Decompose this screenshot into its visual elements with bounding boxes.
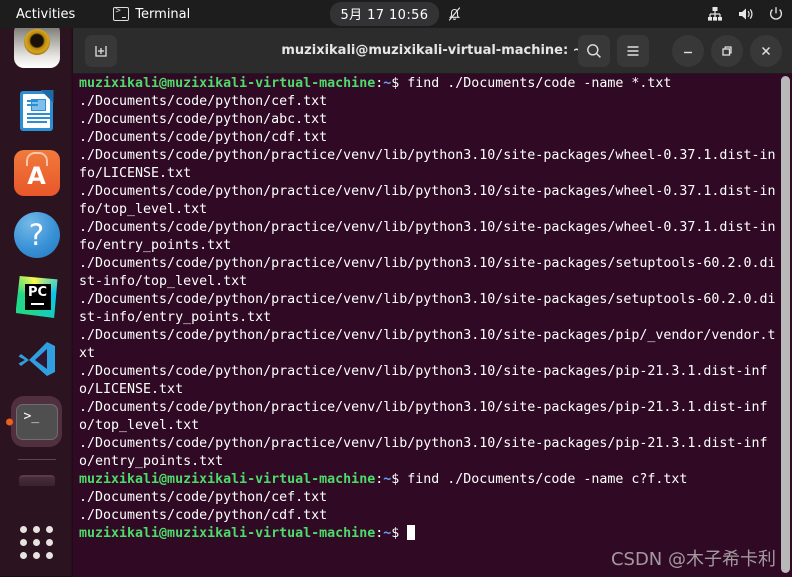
- terminal-output-line: ./Documents/code/python/practice/venv/li…: [79, 328, 776, 361]
- close-button[interactable]: [750, 34, 782, 67]
- terminal-output-line: ./Documents/code/python/cdf.txt: [79, 508, 328, 523]
- terminal-command: find ./Documents/code -name c?f.txt: [407, 472, 688, 487]
- prompt-user: muzixikali@muzixikali-virtual-machine: [79, 526, 376, 541]
- prompt-dollar: $: [391, 76, 408, 91]
- clock-label: 5月 17 10:56: [340, 8, 429, 23]
- dock: A ? PC >_: [0, 22, 73, 576]
- terminal-output-line: ./Documents/code/python/cdf.txt: [79, 130, 328, 145]
- dock-item-shotwell[interactable]: [0, 22, 73, 80]
- terminal-output-line: ./Documents/code/python/abc.txt: [79, 112, 328, 127]
- terminal-output-line: ./Documents/code/python/cef.txt: [79, 94, 328, 109]
- new-tab-button[interactable]: [85, 34, 117, 67]
- help-icon: ?: [13, 212, 60, 258]
- terminal-scrollbar[interactable]: [781, 76, 790, 573]
- terminal-output-line: ./Documents/code/python/practice/venv/li…: [79, 400, 768, 433]
- terminal-window: muzixikali@muzixikali-virtual-machine: ~: [73, 28, 792, 577]
- dock-item-ubuntu-software[interactable]: A: [0, 142, 73, 204]
- terminal-icon: [113, 5, 130, 21]
- grid-icon: [20, 525, 53, 559]
- shotwell-photo-viewer-icon: [13, 22, 60, 68]
- window-titlebar: muzixikali@muzixikali-virtual-machine: ~: [73, 28, 792, 74]
- gnome-top-bar: Activities Terminal 5月 17 10:56: [0, 0, 792, 28]
- dock-item-vscode[interactable]: [0, 328, 73, 390]
- minimize-button[interactable]: [672, 34, 704, 67]
- ubuntu-software-icon: A: [13, 150, 60, 196]
- terminal-output-line: ./Documents/code/python/cef.txt: [79, 490, 328, 505]
- terminal-prompt-line: muzixikali@muzixikali-virtual-machine:~$: [79, 525, 778, 543]
- terminal-prompt-line: muzixikali@muzixikali-virtual-machine:~$…: [79, 471, 778, 489]
- clock-button[interactable]: 5月 17 10:56: [329, 2, 440, 26]
- prompt-dollar: $: [391, 472, 408, 487]
- terminal-output-line: ./Documents/code/python/practice/venv/li…: [79, 292, 776, 325]
- terminal-output-line: ./Documents/code/python/practice/venv/li…: [79, 364, 768, 397]
- activities-button[interactable]: Activities: [8, 0, 83, 28]
- show-applications-button[interactable]: [0, 514, 73, 570]
- dock-item-help[interactable]: ?: [0, 204, 73, 266]
- hamburger-menu-button[interactable]: [617, 34, 649, 67]
- terminal-output-line: ./Documents/code/python/practice/venv/li…: [79, 436, 768, 469]
- prompt-user: muzixikali@muzixikali-virtual-machine: [79, 76, 376, 91]
- maximize-button[interactable]: [711, 34, 743, 67]
- software-letter: A: [27, 162, 46, 190]
- terminal-icon-dock: >_: [15, 404, 58, 440]
- terminal-command: find ./Documents/code -name *.txt: [407, 76, 672, 91]
- terminal-output-line: ./Documents/code/python/practice/venv/li…: [79, 220, 776, 253]
- status-area[interactable]: [707, 0, 784, 28]
- dock-item-terminal[interactable]: >_: [0, 390, 73, 454]
- trash-icon: [18, 474, 55, 486]
- terminal-output-line: ./Documents/code/python/practice/venv/li…: [79, 184, 776, 217]
- activities-label: Activities: [16, 6, 76, 22]
- volume-icon: [737, 6, 754, 22]
- bell-muted-icon[interactable]: [447, 6, 462, 22]
- prompt-user: muzixikali@muzixikali-virtual-machine: [79, 472, 376, 487]
- pycharm-label: PC: [27, 285, 48, 300]
- libreoffice-writer-icon: [14, 88, 60, 134]
- pycharm-icon: PC: [14, 274, 60, 320]
- vscode-icon: [14, 336, 60, 382]
- terminal-prompt-line: muzixikali@muzixikali-virtual-machine:~$…: [79, 75, 778, 93]
- terminal-cursor: [407, 525, 416, 540]
- network-icon: [707, 6, 723, 22]
- terminal-body[interactable]: muzixikali@muzixikali-virtual-machine:~$…: [73, 74, 792, 577]
- watermark: CSDN @木子希卡利: [610, 549, 776, 570]
- app-menu-terminal[interactable]: Terminal: [105, 0, 198, 28]
- prompt-dollar: $: [391, 526, 408, 541]
- terminal-output-line: ./Documents/code/python/practice/venv/li…: [79, 256, 776, 289]
- power-icon: [768, 6, 784, 22]
- dock-item-pycharm[interactable]: PC: [0, 266, 73, 328]
- terminal-output: muzixikali@muzixikali-virtual-machine:~$…: [79, 75, 778, 543]
- dock-item-libreoffice-writer[interactable]: [0, 80, 73, 142]
- app-menu-label: Terminal: [135, 6, 191, 22]
- running-indicator-dot: [6, 418, 13, 426]
- titlebar-buttons: [578, 34, 782, 67]
- terminal-output-line: ./Documents/code/python/practice/venv/li…: [79, 148, 776, 181]
- dock-item-trash[interactable]: [0, 460, 73, 500]
- search-button[interactable]: [578, 34, 610, 67]
